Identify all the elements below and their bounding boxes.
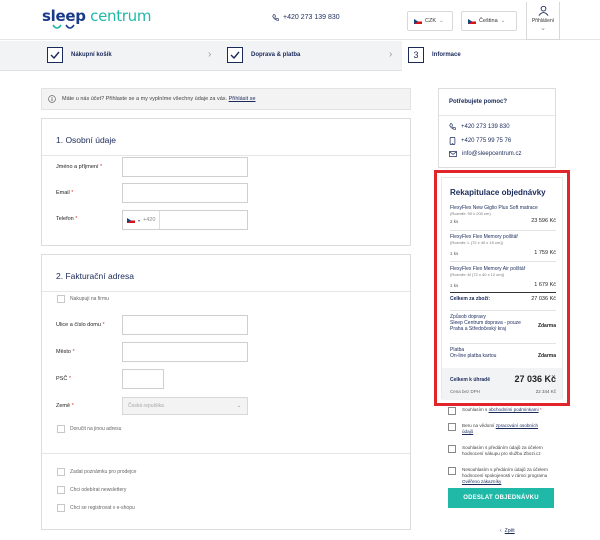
summary-item: FlexyFlex Flex Memory polštář (Rozměr: L…: [450, 234, 556, 256]
register-checkbox[interactable]: [57, 504, 65, 512]
phone-input[interactable]: ▾ +420: [122, 210, 248, 230]
order-summary: Rekapitulace objednávky FlexyFlex New Gi…: [434, 170, 570, 406]
consent-terms-checkbox[interactable]: [448, 407, 456, 415]
consent-overeno-checkbox[interactable]: [448, 467, 456, 475]
flag-cz-icon: [414, 18, 422, 24]
note-checkbox[interactable]: [57, 468, 65, 476]
consent-terms: Souhlasím s obchodními podmínkami *: [448, 407, 556, 417]
goods-total-row: Celkem za zboží: 27 036 Kč: [450, 296, 556, 302]
divider: [450, 310, 556, 311]
user-icon: [538, 5, 548, 16]
currency-select[interactable]: CZK ⌄: [407, 11, 453, 31]
zip-input[interactable]: [122, 369, 164, 389]
billing-panel: 2. Fakturační adresa Nakupuji na firmu U…: [41, 254, 411, 530]
note-checkbox-label: Zadat poznámku pro prodejce: [70, 469, 137, 475]
total-row: Celkem k úhradě 27 036 Kč: [450, 374, 556, 384]
vat-row: Cena bez DPH 22 344 Kč: [450, 389, 556, 394]
city-label: Město *: [56, 349, 75, 355]
email-input[interactable]: [122, 183, 248, 203]
payment-row: Platba On-line platba kartou Zdarma: [450, 347, 556, 359]
personal-title: 1. Osobní údaje: [56, 135, 117, 145]
phone-icon: [272, 14, 279, 21]
country-label: Země *: [56, 403, 74, 409]
street-label: Ulice a číslo domu *: [56, 322, 105, 328]
divider: [450, 343, 556, 344]
back-link[interactable]: ‹ Zpět: [500, 528, 515, 534]
other-address-label: Doručit na jinou adresu: [70, 426, 122, 432]
login-button[interactable]: Přihlášení ⌄: [526, 2, 560, 40]
login-info-bar: Máte u nás účet? Přihlaste se a my vypln…: [41, 88, 411, 110]
order-summary-inner: Rekapitulace objednávky FlexyFlex New Gi…: [441, 177, 563, 400]
chevron-right-icon: ›: [208, 49, 212, 60]
chevron-down-icon: ⌄: [540, 25, 546, 32]
divider: [42, 453, 410, 454]
logo[interactable]: sleep centrum: [42, 7, 151, 25]
phone-icon: [449, 123, 456, 130]
submit-order-button[interactable]: ODESLAT OBJEDNÁVKU: [448, 488, 554, 508]
name-label: Jméno a příjmení *: [56, 164, 103, 170]
help-box: Potřebujete pomoc? +420 273 139 830 +420…: [438, 88, 556, 168]
check-icon: [47, 47, 63, 63]
step-number: 3: [408, 47, 424, 63]
street-input[interactable]: [122, 315, 248, 335]
summary-item: FlexyFlex New Giglio Plus Soft matrace (…: [450, 205, 556, 224]
login-link[interactable]: Přihlásit se: [229, 96, 256, 102]
chevron-down-icon: ⌄: [500, 18, 506, 24]
other-address-checkbox[interactable]: [57, 425, 65, 433]
caret-down-icon: ▾: [138, 217, 141, 223]
consent-zbozi-checkbox[interactable]: [448, 445, 456, 453]
language-select[interactable]: Čeština ⌄: [461, 11, 517, 31]
help-phone1[interactable]: +420 273 139 830: [449, 123, 510, 130]
mail-icon: [449, 151, 457, 157]
personal-panel: 1. Osobní údaje Jméno a příjmení * Email…: [41, 118, 411, 246]
divider: [439, 115, 555, 116]
company-checkbox-label: Nakupuji na firmu: [70, 296, 109, 302]
consent-privacy: Beru na vědomí zpracování osobních údajů: [448, 423, 556, 437]
info-icon: [48, 95, 56, 103]
name-input[interactable]: [122, 157, 248, 177]
consent-overeno: Nesouhlasím s předáním údajů za účelem h…: [448, 467, 556, 484]
step-info[interactable]: 3 Informace: [408, 47, 461, 63]
check-icon: [227, 47, 243, 63]
consent-zbozi: Souhlasím s předáním údajů za účelem hod…: [448, 445, 556, 459]
header-phone[interactable]: +420 273 139 830: [272, 14, 340, 21]
step-shipping[interactable]: Doprava & platba: [227, 47, 300, 63]
summary-title: Rekapitulace objednávky: [450, 188, 546, 197]
consent-privacy-checkbox[interactable]: [448, 423, 456, 431]
help-email[interactable]: info@sleepcentrum.cz: [449, 151, 521, 157]
divider: [42, 155, 410, 156]
zip-label: PSČ *: [56, 376, 71, 382]
chevron-down-icon: ⌄: [236, 403, 241, 409]
chevron-down-icon: ⌄: [439, 18, 444, 24]
logo-smile-icon: [52, 24, 75, 29]
chevron-right-icon: ›: [389, 49, 393, 60]
register-checkbox-label: Chci se registrovat v e-shopu: [70, 505, 135, 511]
divider: [42, 291, 410, 292]
help-title: Potřebujete pomoc?: [449, 99, 508, 105]
billing-title: 2. Fakturační adresa: [56, 271, 134, 281]
flag-cz-icon: [468, 18, 476, 24]
company-checkbox[interactable]: [57, 295, 65, 303]
mobile-icon: [449, 137, 456, 145]
help-phone2[interactable]: +420 775 99 75 76: [449, 137, 511, 145]
newsletter-checkbox[interactable]: [57, 486, 65, 494]
newsletter-checkbox-label: Chci odebírat newslettery: [70, 487, 127, 493]
flag-cz-icon: [127, 217, 135, 223]
country-select[interactable]: Česká republika ⌄: [122, 397, 248, 415]
shipping-row: Způsob dopravy Sleep Centrum doprava - p…: [450, 314, 556, 332]
divider: [159, 211, 160, 229]
divider: [450, 230, 556, 231]
overeno-link[interactable]: Ověřeno zákazníky: [462, 479, 501, 484]
step-cart[interactable]: Nákupní košík: [47, 47, 112, 63]
chevron-left-icon: ‹: [500, 528, 502, 534]
divider: [450, 261, 556, 262]
terms-link[interactable]: obchodními podmínkami: [489, 407, 539, 412]
email-label: Email *: [56, 190, 74, 196]
city-input[interactable]: [122, 342, 248, 362]
divider: [450, 292, 556, 293]
phone-label: Telefon *: [56, 216, 78, 222]
summary-item: FlexyFlex Flex Memory Air polštář (Rozmě…: [450, 266, 556, 288]
